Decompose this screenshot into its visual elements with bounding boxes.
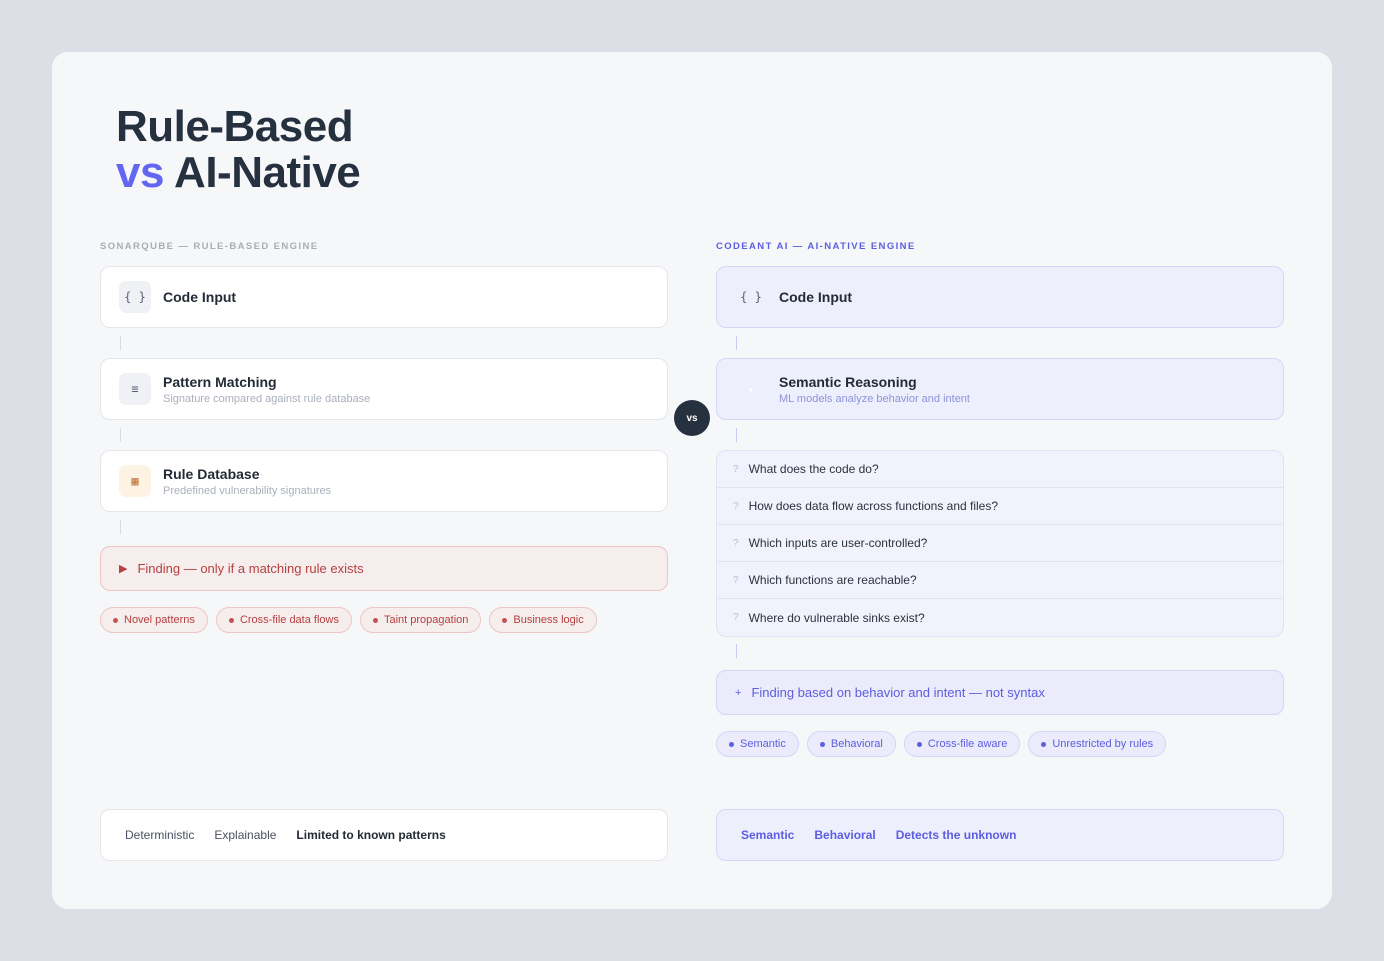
left-node-code-input: { } Code Input (100, 266, 668, 328)
title-line-1: Rule-Based (116, 102, 354, 151)
vs-badge: vs (674, 400, 710, 436)
play-triangle-icon: ▶ (119, 563, 128, 575)
chip-label: Cross-file aware (927, 738, 1008, 750)
question-text: Which inputs are user-controlled? (748, 536, 928, 550)
question-icon: ? (733, 612, 739, 623)
summary-item: Deterministic (125, 828, 195, 842)
question-item: ? Where do vulnerable sinks exist? (717, 599, 1283, 636)
connector (736, 336, 737, 350)
dot-icon (502, 617, 508, 623)
chip: Unrestricted by rules (1028, 731, 1167, 757)
rule-based-column: SONARQUBE — RULE-BASED ENGINE { } Code I… (100, 240, 668, 633)
chip: Novel patterns (100, 607, 208, 633)
dot-icon (819, 741, 825, 747)
reasoning-questions: ? What does the code do? ? How does data f… (716, 450, 1284, 637)
list-lines-icon: ≡ (119, 373, 151, 405)
question-item: ? How does data flow across functions and… (717, 488, 1283, 525)
chip: Semantic (716, 731, 799, 757)
node-title: Pattern Matching (163, 373, 277, 390)
sparkle-icon: ✦ (735, 373, 767, 405)
summary-item: Semantic (741, 828, 795, 842)
dot-icon (372, 617, 378, 623)
dot-icon (228, 617, 234, 623)
question-text: Which functions are reachable? (748, 573, 917, 587)
question-text: Where do vulnerable sinks exist? (748, 610, 925, 625)
right-node-code-input: { } Code Input (716, 266, 1284, 328)
right-capability-chips: Semantic Behavioral Cross-file aware Unr… (716, 731, 1167, 757)
question-item: ? Which inputs are user-controlled? (717, 525, 1283, 562)
right-summary-bar: Semantic Behavioral Detects the unknown (716, 809, 1284, 861)
left-node-pattern-matching: ≡ Pattern Matching Signature compared ag… (100, 358, 668, 420)
question-icon: ? (733, 500, 739, 512)
question-icon: ? (733, 463, 739, 475)
question-icon: ? (733, 574, 739, 586)
summary-item-emphasis: Limited to known patterns (296, 828, 446, 842)
question-item: ? Which functions are reachable? (717, 562, 1283, 599)
ai-native-column: CODEANT AI — AI-NATIVE ENGINE { } Code I… (716, 240, 1284, 757)
finding-text: Finding based on behavior and intent — n… (751, 685, 1045, 700)
chip-label: Unrestricted by rules (1052, 738, 1154, 750)
chip: Cross-file data flows (215, 607, 352, 633)
right-finding: + Finding based on behavior and intent —… (716, 670, 1284, 715)
right-node-semantic-reasoning: ✦ Semantic Reasoning ML models analyze b… (716, 358, 1284, 420)
node-subtitle: Predefined vulnerability signatures (163, 484, 332, 497)
summary-item: Detects the unknown (895, 828, 1017, 842)
node-title: Rule Database (163, 465, 260, 482)
dot-icon (113, 617, 118, 623)
title-line-2: vs AI-Native (116, 148, 361, 197)
node-title: Code Input (163, 289, 237, 305)
question-item: ? What does the code do? (717, 451, 1283, 488)
plus-icon: + (735, 686, 742, 699)
chip-label: Semantic (740, 738, 786, 750)
chip-label: Behavioral (830, 738, 883, 750)
left-finding: ▶ Finding — only if a matching rule exis… (100, 546, 668, 591)
connector (120, 336, 121, 350)
node-subtitle: ML models analyze behavior and intent (779, 392, 970, 405)
title-ai-native: AI-Native (174, 148, 361, 197)
chip: Behavioral (806, 731, 896, 757)
connector (736, 428, 737, 442)
dot-icon (729, 741, 734, 747)
chip: Business logic (489, 607, 597, 633)
code-braces-icon: { } (735, 281, 767, 313)
comparison-card: Rule-Based vs AI-Native SONARQUBE — RULE… (52, 52, 1332, 909)
title-vs: vs (116, 148, 164, 197)
right-eyebrow: CODEANT AI — AI-NATIVE ENGINE (716, 241, 916, 252)
left-summary-bar: Deterministic Explainable Limited to kno… (100, 809, 668, 861)
summary-item: Behavioral (814, 828, 876, 842)
chip: Cross-file aware (903, 731, 1021, 757)
connector (120, 428, 121, 442)
chip-label: Taint propagation (383, 614, 469, 626)
node-subtitle: Signature compared against rule database (163, 392, 371, 405)
summary-item: Explainable (214, 828, 277, 842)
dot-icon (916, 741, 922, 747)
chip: Taint propagation (359, 607, 482, 633)
database-grid-icon: ▦ (119, 465, 151, 497)
chip-label: Novel patterns (124, 614, 195, 626)
question-text: How does data flow across functions and … (748, 499, 999, 513)
finding-text: Finding — only if a matching rule exists (137, 561, 364, 576)
chip-label: Cross-file data flows (239, 614, 339, 626)
left-node-rule-database: ▦ Rule Database Predefined vulnerability… (100, 450, 668, 512)
left-eyebrow: SONARQUBE — RULE-BASED ENGINE (100, 241, 319, 252)
code-braces-icon: { } (119, 281, 151, 313)
node-title: Code Input (779, 289, 853, 305)
connector (736, 644, 737, 658)
dot-icon (1041, 741, 1047, 747)
node-title: Semantic Reasoning (779, 373, 917, 390)
question-icon: ? (733, 537, 739, 549)
page-title: Rule-Based vs AI-Native (116, 102, 361, 197)
chip-label: Business logic (513, 614, 584, 626)
question-text: What does the code do? (748, 462, 879, 476)
left-limitation-chips: Novel patterns Cross-file data flows Tai… (100, 607, 597, 633)
connector (120, 520, 121, 534)
